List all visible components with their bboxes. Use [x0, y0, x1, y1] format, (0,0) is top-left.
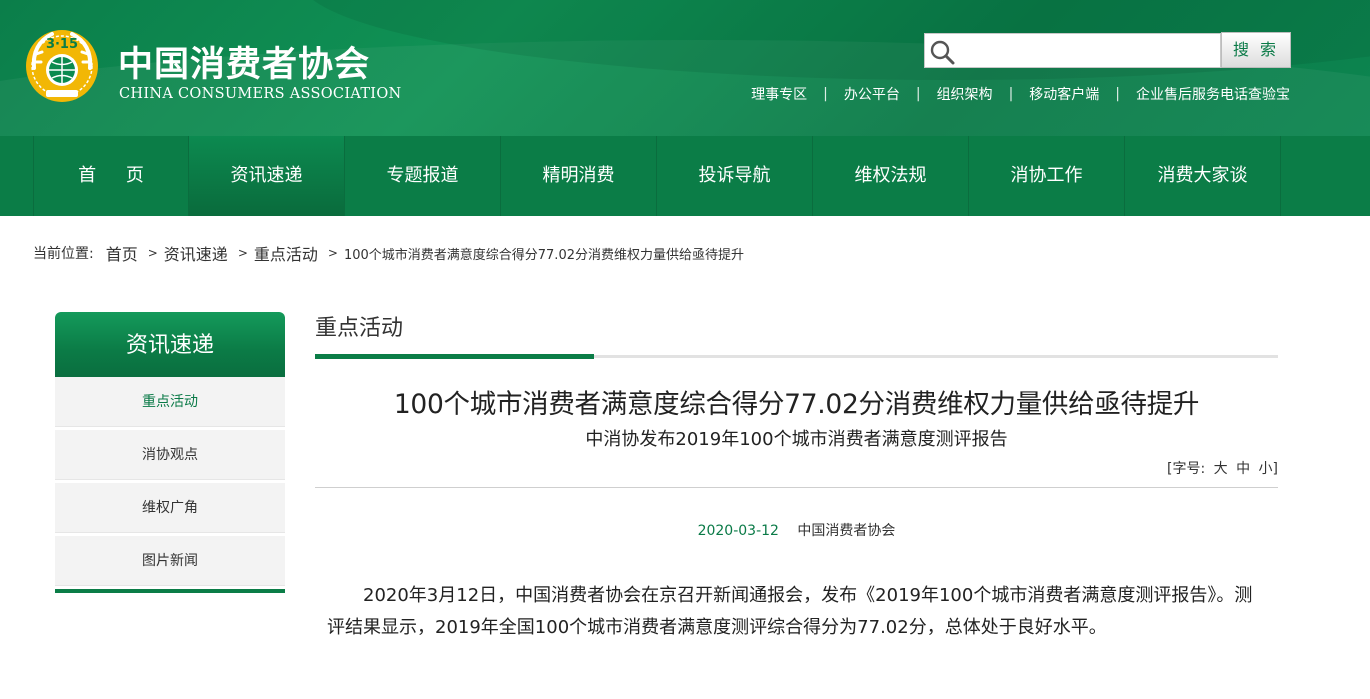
nav-item-home[interactable]: 首 页	[33, 136, 189, 216]
nav-item-rights-laws[interactable]: 维权法规	[813, 136, 969, 216]
section-underline	[315, 352, 1278, 359]
sidebar-title: 资讯速递	[55, 312, 285, 377]
font-size-label: [字号:	[1166, 461, 1206, 477]
sidebar-item-rights-angle[interactable]: 维权广角	[55, 483, 285, 533]
font-size-close: ]	[1272, 461, 1278, 477]
breadcrumb-arrow: >	[237, 246, 248, 260]
font-size-medium[interactable]: 中	[1236, 461, 1250, 477]
breadcrumb: 当前位置: 首页 > 资讯速递 > 重点活动 > 100个城市消费者满意度综合得…	[33, 242, 744, 264]
top-link-council[interactable]: 理事专区	[751, 84, 807, 104]
breadcrumb-arrow: >	[327, 246, 338, 260]
link-separator: |	[823, 86, 828, 102]
link-separator: |	[915, 86, 921, 102]
nav-item-special-reports[interactable]: 专题报道	[345, 136, 501, 216]
site-logo-title[interactable]: 中国消费者协会	[118, 36, 370, 87]
nav-item-association-work[interactable]: 消协工作	[969, 136, 1125, 216]
article-subtitle: 中消协发布2019年100个城市消费者满意度测评报告	[585, 429, 1008, 450]
svg-text:3·15: 3·15	[46, 37, 78, 52]
sidebar-item-association-views[interactable]: 消协观点	[55, 430, 285, 480]
article-meta: 2020-03-12 中国消费者协会	[315, 520, 1278, 540]
font-size-control: [字号: 大 中 小]	[315, 458, 1278, 480]
font-size-small[interactable]: 小	[1259, 461, 1273, 477]
breadcrumb-arrow: >	[147, 246, 158, 260]
breadcrumb-home[interactable]: 首页	[106, 241, 138, 265]
search-button[interactable]: 搜 索	[1221, 32, 1291, 68]
site-header: 3·15 中国消费者协会 CHINA CONSUMERS ASSOCIATION…	[0, 0, 1370, 136]
sidebar-bottom-bar	[55, 589, 285, 593]
nav-item-news[interactable]: 资讯速递	[189, 136, 345, 216]
search-icon	[930, 40, 955, 65]
article-title: 100个城市消费者满意度综合得分77.02分消费维权力量供给亟待提升	[393, 389, 1200, 420]
breadcrumb-key-activities[interactable]: 重点活动	[254, 241, 318, 265]
article-date: 2020-03-12	[697, 523, 779, 539]
search-input[interactable]	[959, 38, 1214, 64]
breadcrumb-label: 当前位置:	[33, 246, 94, 262]
top-link-organization[interactable]: 组织架构	[937, 84, 993, 104]
font-size-large[interactable]: 大	[1214, 461, 1228, 477]
nav-item-complaint-guide[interactable]: 投诉导航	[657, 136, 813, 216]
search-box	[924, 33, 1221, 68]
top-links: 理事专区 | 办公平台 | 组织架构 | 移动客户端 | 企业售后服务电话查验宝	[751, 84, 1290, 104]
breadcrumb-news[interactable]: 资讯速递	[164, 241, 228, 265]
top-link-mobile[interactable]: 移动客户端	[1029, 84, 1099, 104]
nav-item-smart-consumption[interactable]: 精明消费	[501, 136, 657, 216]
article-body: 2020年3月12日，中国消费者协会在京召开新闻通报会，发布《2019年100个…	[327, 585, 1253, 638]
link-separator: |	[1008, 86, 1014, 102]
sidebar: 资讯速递 重点活动 消协观点 维权广角 图片新闻	[55, 312, 285, 593]
article-source: 中国消费者协会	[797, 523, 896, 539]
title-divider	[315, 487, 1278, 488]
top-link-office[interactable]: 办公平台	[844, 84, 900, 104]
section-title: 重点活动	[315, 316, 404, 341]
top-link-service-lookup[interactable]: 企业售后服务电话查验宝	[1136, 84, 1290, 104]
main-nav: 首 页 资讯速递 专题报道 精明消费 投诉导航 维权法规 消协工作 消费大家谈	[0, 136, 1370, 216]
sidebar-item-photo-news[interactable]: 图片新闻	[55, 536, 285, 586]
site-logo-subtitle: CHINA CONSUMERS ASSOCIATION	[119, 86, 402, 102]
cca-315-emblem-icon[interactable]: 3·15	[22, 24, 102, 106]
nav-item-consumer-talk[interactable]: 消费大家谈	[1125, 136, 1281, 216]
sidebar-item-key-activities[interactable]: 重点活动	[55, 377, 285, 427]
breadcrumb-current: 100个城市消费者满意度综合得分77.02分消费维权力量供给亟待提升	[343, 247, 744, 263]
main-content: 重点活动 100个城市消费者满意度综合得分77.02分消费维权力量供给亟待提升 …	[315, 312, 1278, 644]
link-separator: |	[1115, 86, 1120, 102]
